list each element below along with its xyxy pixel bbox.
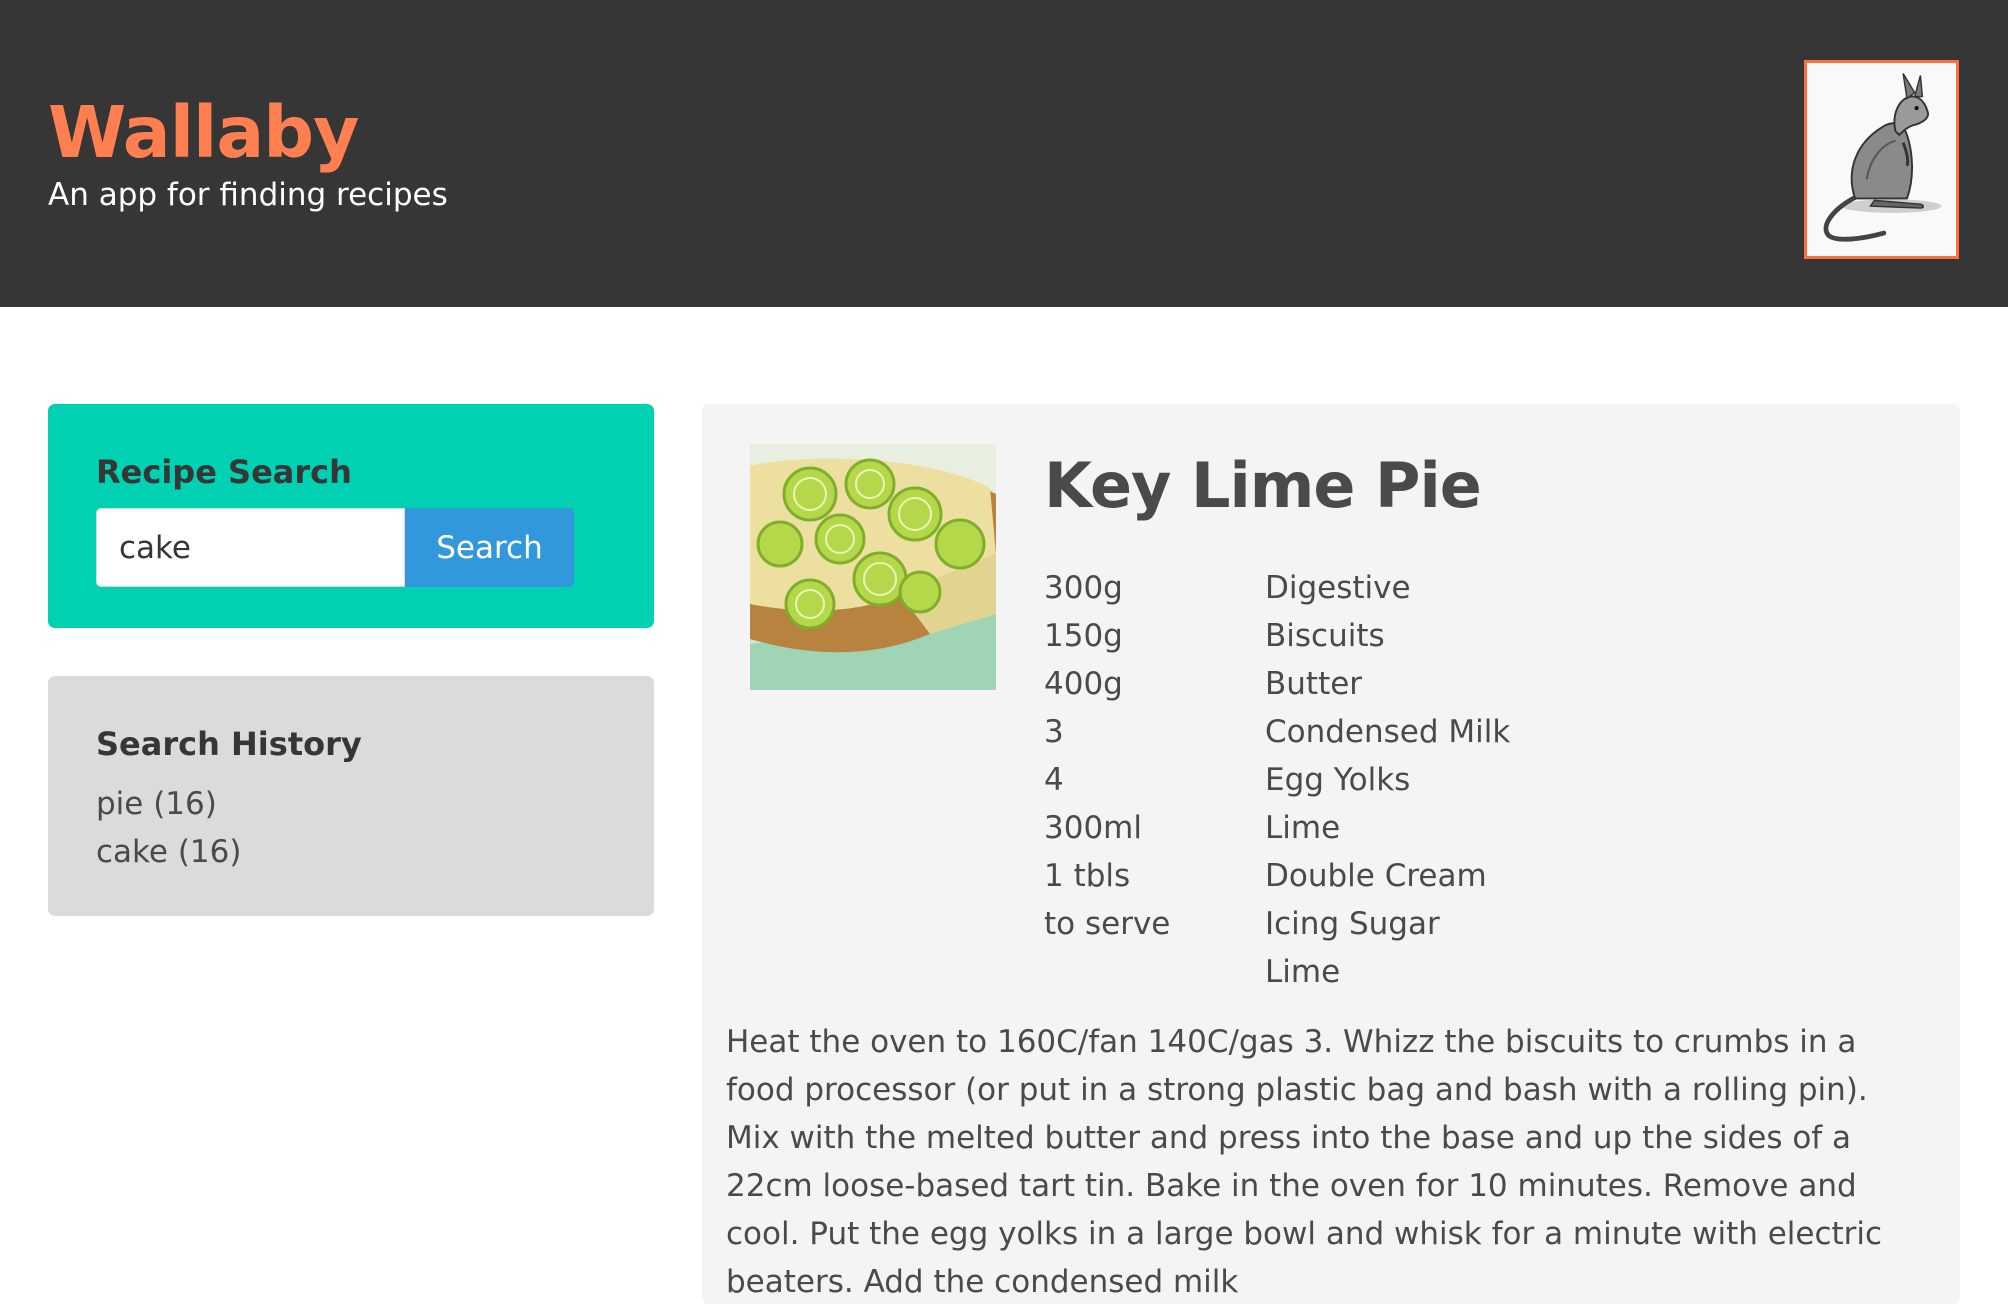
ingredient-name: Digestive [1265,570,1411,606]
ingredient-name: Icing Sugar [1265,906,1440,942]
ingredient-quantity: 300ml [1044,810,1142,846]
ingredient-name: Biscuits [1265,618,1385,654]
ingredient-name: Condensed Milk [1265,714,1511,750]
search-history-item[interactable]: pie (16) [96,780,241,828]
ingredient-name: Lime [1265,954,1341,990]
search-input[interactable] [96,508,405,587]
ingredient-name: Lime [1265,810,1341,846]
wallaby-logo-icon [1804,60,1959,259]
recipe-method: Heat the oven to 160C/fan 140C/gas 3. Wh… [726,1024,1883,1300]
recipe-image [750,444,996,690]
app-subtitle: An app for finding recipes [48,177,448,213]
search-history-heading: Search History [96,725,362,763]
ingredient-quantity: 150g [1044,618,1123,654]
search-history-panel: Search History pie (16) cake (16) [48,676,654,916]
search-history-list: pie (16) cake (16) [96,780,241,876]
ingredient-quantity: 1 tbls [1044,858,1131,894]
ingredient-quantity: 4 [1044,762,1064,798]
search-button[interactable]: Search [405,508,574,587]
ingredient-name: Egg Yolks [1265,762,1411,798]
ingredient-name: Double Cream [1265,858,1487,894]
recipe-search-heading: Recipe Search [96,453,352,491]
app-header: Wallaby An app for finding recipes [0,0,2008,307]
ingredient-name: Butter [1265,666,1363,702]
ingredient-quantity: to serve [1044,906,1171,942]
recipe-search-panel: Recipe Search Search [48,404,654,628]
recipe-card: Key Lime Pie 300g Digestive 150g Biscuit… [702,404,1960,1304]
app-title: Wallaby [48,91,359,174]
ingredient-quantity: 300g [1044,570,1123,606]
ingredient-quantity: 3 [1044,714,1064,750]
ingredient-quantity: 400g [1044,666,1123,702]
recipe-title: Key Lime Pie [1044,449,1482,522]
search-history-item[interactable]: cake (16) [96,828,241,876]
